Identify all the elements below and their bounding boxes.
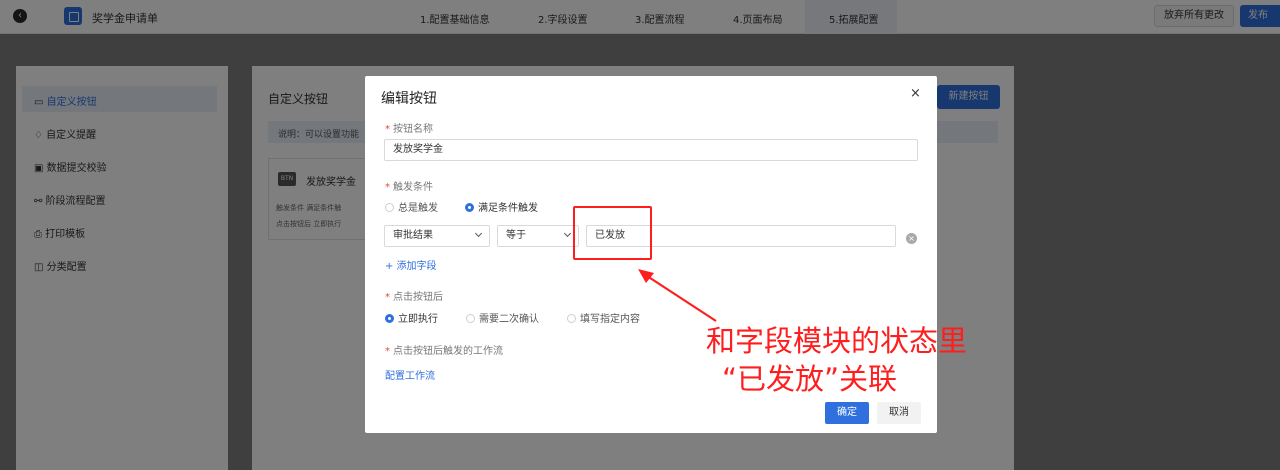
radio-dot	[567, 314, 576, 323]
cancel-button[interactable]: 取消	[877, 402, 921, 424]
radio-condition-trigger[interactable]: 满足条件触发	[465, 199, 538, 214]
radio-dot	[385, 203, 394, 212]
trigger-field-label: * 触发条件	[385, 178, 433, 193]
label-text: 点击按钮后触发的工作流	[393, 346, 503, 357]
condition-operator-select[interactable]: 等于	[497, 225, 579, 247]
close-icon[interactable]: ×	[910, 86, 921, 101]
label-text: 触发条件	[393, 182, 433, 193]
required-mark: *	[385, 182, 390, 193]
radio-dot	[465, 203, 474, 212]
radio-dot	[466, 314, 475, 323]
radio-label: 需要二次确认	[479, 314, 539, 325]
radio-label: 立即执行	[398, 314, 438, 325]
configure-workflow-link[interactable]: 配置工作流	[385, 367, 435, 382]
radio-always-trigger[interactable]: 总是触发	[385, 199, 438, 214]
select-value: 审批结果	[393, 230, 433, 241]
required-mark: *	[385, 124, 390, 135]
annotation-text-line2: “已发放”关联	[722, 362, 898, 396]
required-mark: *	[385, 346, 390, 357]
dialog-title: 编辑按钮	[381, 91, 437, 107]
add-field-link[interactable]: + 添加字段	[385, 257, 437, 272]
radio-label: 满足条件触发	[478, 203, 538, 214]
label-text: 按钮名称	[393, 124, 433, 135]
radio-label: 总是触发	[398, 203, 438, 214]
confirm-button[interactable]: 确定	[825, 402, 869, 424]
after-click-field-label: * 点击按钮后	[385, 288, 443, 303]
chevron-down-icon	[474, 229, 483, 238]
remove-condition-icon[interactable]: ×	[906, 233, 917, 244]
radio-dot	[385, 314, 394, 323]
workflow-field-label: * 点击按钮后触发的工作流	[385, 342, 503, 357]
label-text: 点击按钮后	[393, 292, 443, 303]
name-field-label: * 按钮名称	[385, 120, 433, 135]
annotation-arrow	[638, 269, 717, 322]
radio-second-confirm[interactable]: 需要二次确认	[466, 310, 539, 325]
condition-field-select[interactable]: 审批结果	[384, 225, 490, 247]
annotation-highlight-box	[573, 206, 652, 260]
radio-execute-now[interactable]: 立即执行	[385, 310, 438, 325]
button-name-input[interactable]: 发放奖学金	[384, 139, 918, 161]
required-mark: *	[385, 292, 390, 303]
select-value: 等于	[506, 230, 526, 241]
chevron-down-icon	[563, 229, 572, 238]
annotation-text-line1: 和字段模块的状态里	[706, 324, 968, 358]
